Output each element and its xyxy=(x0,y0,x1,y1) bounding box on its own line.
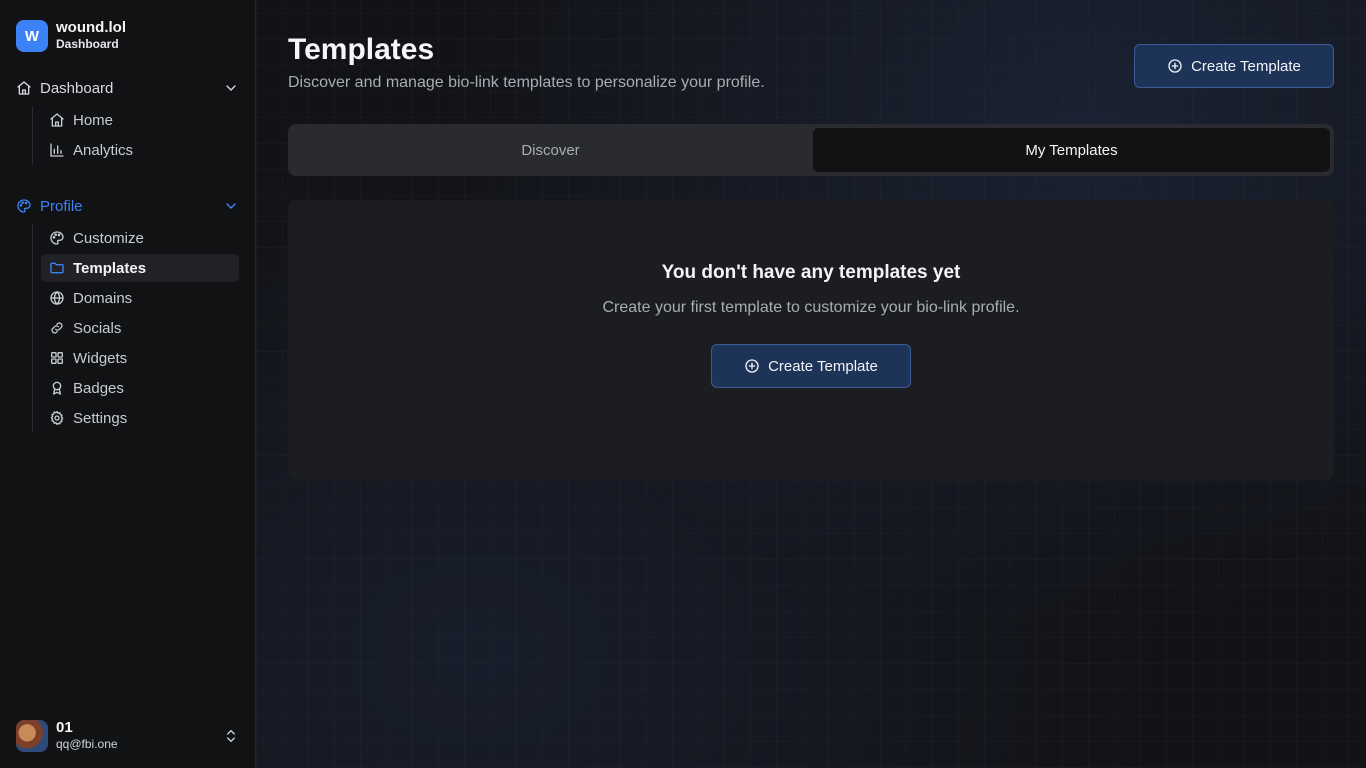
empty-create-template-button[interactable]: Create Template xyxy=(711,344,911,388)
sidebar-item-label: Customize xyxy=(73,229,144,247)
empty-state-title: You don't have any templates yet xyxy=(661,262,961,283)
sidebar-item-customize[interactable]: Customize xyxy=(41,224,239,252)
house-icon xyxy=(49,112,65,128)
app: W wound.lol Dashboard Dashboard Home Ana… xyxy=(0,0,1366,768)
empty-state: You don't have any templates yet Create … xyxy=(288,200,1334,480)
grid-icon xyxy=(49,350,65,366)
create-template-button[interactable]: Create Template xyxy=(1134,44,1334,88)
sidebar-group-items: Home Analytics xyxy=(32,106,239,164)
user-name: 01 xyxy=(56,719,73,736)
user-email: qq@fbi.one xyxy=(56,737,118,751)
empty-state-description: Create your first template to customize … xyxy=(602,299,1020,316)
palette-icon xyxy=(16,198,32,214)
sidebar-item-label: Widgets xyxy=(73,349,128,367)
sidebar-item-label: Domains xyxy=(73,289,133,307)
bar-chart-icon xyxy=(49,142,65,158)
palette-icon xyxy=(49,230,65,246)
sidebar-item-label: Home xyxy=(73,111,114,129)
sidebar: W wound.lol Dashboard Dashboard Home Ana… xyxy=(0,0,256,768)
page-title: Templates xyxy=(288,33,435,66)
sidebar-group-dashboard[interactable]: Dashboard xyxy=(16,72,239,104)
award-icon xyxy=(49,380,65,396)
brand-subtitle: Dashboard xyxy=(56,37,119,51)
sidebar-group-items: Customize Templates Domains Socials Widg… xyxy=(32,224,239,432)
brand[interactable]: W wound.lol Dashboard xyxy=(0,0,255,56)
link-icon xyxy=(49,320,65,336)
globe-icon xyxy=(49,290,65,306)
chevrons-up-down-icon xyxy=(227,729,235,743)
folder-icon xyxy=(49,260,65,276)
brand-name: wound.lol xyxy=(56,19,126,36)
brand-logo: W xyxy=(16,20,48,52)
sidebar-item-label: Badges xyxy=(73,379,124,397)
sidebar-item-analytics[interactable]: Analytics xyxy=(41,136,239,164)
chevron-down-icon xyxy=(226,85,236,91)
sidebar-item-domains[interactable]: Domains xyxy=(41,284,239,312)
tab-discover[interactable]: Discover xyxy=(292,128,809,172)
sidebar-group-profile[interactable]: Profile xyxy=(16,190,239,222)
sidebar-group-label: Dashboard xyxy=(40,79,114,97)
chevron-down-icon xyxy=(226,203,236,209)
sidebar-item-label: Socials xyxy=(73,319,122,337)
tab-label: Discover xyxy=(521,141,580,159)
brand-text: wound.lol Dashboard xyxy=(56,20,126,52)
main-content: Templates Discover and manage bio-link t… xyxy=(256,0,1366,768)
page-description: Discover and manage bio-link templates t… xyxy=(288,74,765,91)
plus-circle-icon xyxy=(745,359,759,373)
sidebar-group-label: Profile xyxy=(40,197,83,215)
sidebar-item-badges[interactable]: Badges xyxy=(41,374,239,402)
tab-my-templates[interactable]: My Templates xyxy=(813,128,1330,172)
house-icon xyxy=(16,80,32,96)
tab-label: My Templates xyxy=(1025,141,1118,159)
sidebar-item-label: Settings xyxy=(73,409,128,427)
sidebar-nav: Dashboard Home Analytics Profile Customi… xyxy=(0,56,255,434)
page-heading: Templates Discover and manage bio-link t… xyxy=(288,32,765,92)
create-template-label: Create Template xyxy=(1191,57,1301,75)
sidebar-item-socials[interactable]: Socials xyxy=(41,314,239,342)
user-menu[interactable]: 01 qq@fbi.one xyxy=(0,704,255,768)
sidebar-item-label: Templates xyxy=(73,259,147,277)
user-text: 01 qq@fbi.one xyxy=(56,720,118,752)
gear-icon xyxy=(49,410,65,426)
avatar xyxy=(16,720,48,752)
template-tabs: Discover My Templates xyxy=(288,124,1334,176)
sidebar-item-widgets[interactable]: Widgets xyxy=(41,344,239,372)
sidebar-item-settings[interactable]: Settings xyxy=(41,404,239,432)
sidebar-item-label: Analytics xyxy=(73,141,134,159)
page-header: Templates Discover and manage bio-link t… xyxy=(288,32,1334,92)
sidebar-item-home[interactable]: Home xyxy=(41,106,239,134)
create-template-label: Create Template xyxy=(768,357,878,375)
sidebar-item-templates[interactable]: Templates xyxy=(41,254,239,282)
plus-circle-icon xyxy=(1168,59,1182,73)
